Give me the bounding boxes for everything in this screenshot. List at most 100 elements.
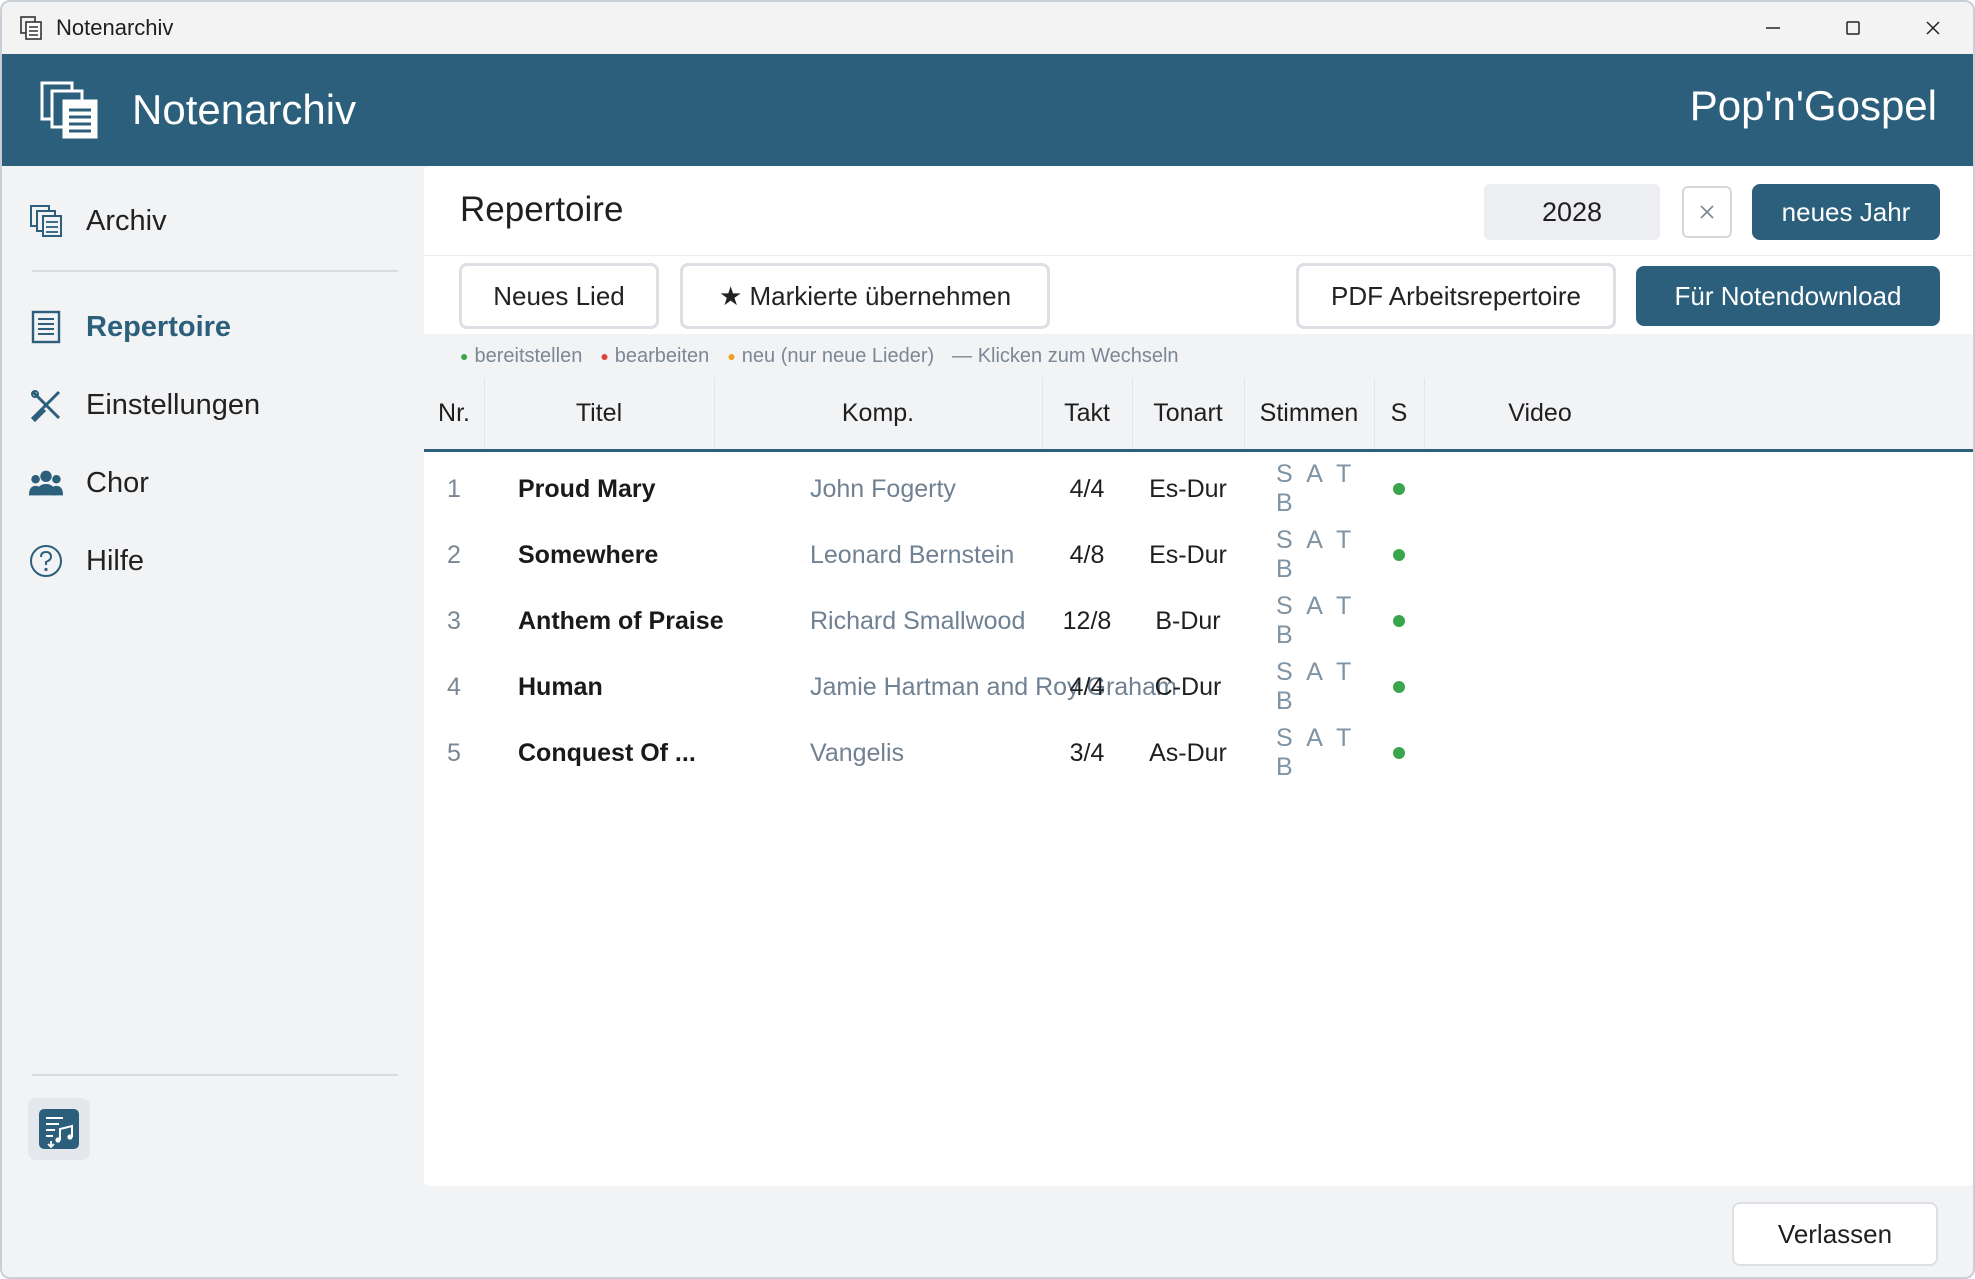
leave-button[interactable]: Verlassen xyxy=(1732,1202,1938,1266)
sidebar-item-archiv[interactable]: Archiv xyxy=(28,196,167,246)
legend-edit: ● bearbeiten xyxy=(600,344,710,367)
sheet-music-download-button[interactable] xyxy=(28,1098,90,1160)
orange-dot-icon: ● xyxy=(727,348,736,364)
repertoire-panel: Repertoire 2028 neues Jahr Neues Lied ★ … xyxy=(424,166,1973,1186)
cell-takt: 4/4 xyxy=(1069,474,1105,503)
cell-voices[interactable]: S A T B xyxy=(1276,456,1386,522)
status-dot-icon xyxy=(1393,483,1405,495)
cell-voices[interactable]: S A T B xyxy=(1276,720,1386,786)
red-dot-icon: ● xyxy=(600,348,609,364)
cell-title: Conquest Of ... xyxy=(518,738,696,767)
status-dot-icon xyxy=(1393,615,1405,627)
sheet-download-button[interactable]: Für Notendownload xyxy=(1636,266,1940,326)
table-row[interactable]: 1 Proud Mary John Fogerty 4/4 Es-Dur S A… xyxy=(424,456,1973,522)
sidebar-item-label: Einstellungen xyxy=(86,388,261,421)
status-toggle[interactable] xyxy=(1374,456,1424,522)
cell-key: B-Dur xyxy=(1155,606,1221,635)
column-header-nr[interactable]: Nr. xyxy=(424,378,484,449)
cell-voices[interactable]: S A T B xyxy=(1276,588,1386,654)
minimize-button[interactable] xyxy=(1733,2,1813,54)
maximize-icon xyxy=(1846,21,1860,35)
status-toggle[interactable] xyxy=(1374,720,1424,786)
cell-nr: 4 xyxy=(447,672,461,701)
cell-nr: 3 xyxy=(447,606,461,635)
app-window: Notenarchiv Notenarchiv Pop'n'Gospel Arc… xyxy=(0,0,1975,1279)
cell-key: C-Dur xyxy=(1154,672,1222,701)
table-row[interactable]: 4 Human Jamie Hartman and Roy Graham 4/4… xyxy=(424,654,1973,720)
cell-nr: 5 xyxy=(447,738,461,767)
column-header-video[interactable]: Video xyxy=(1424,378,1656,449)
table-row[interactable]: 3 Anthem of Praise Richard Smallwood 12/… xyxy=(424,588,1973,654)
app-header: Notenarchiv Pop'n'Gospel xyxy=(2,54,1973,166)
sheet-music-icon xyxy=(39,1109,79,1149)
cell-nr: 2 xyxy=(447,540,461,569)
cell-takt: 4/4 xyxy=(1069,672,1105,701)
window-controls xyxy=(1733,2,1973,54)
minimize-icon xyxy=(1766,27,1780,29)
sidebar-item-label: Archiv xyxy=(86,204,167,237)
status-legend[interactable]: ● bereitstellen ● bearbeiten ● neu (nur … xyxy=(424,334,1973,378)
cell-takt: 12/8 xyxy=(1062,606,1112,635)
new-song-button[interactable]: Neues Lied xyxy=(459,263,659,329)
sidebar-item-chor[interactable]: Chor xyxy=(28,458,149,508)
app-icon xyxy=(20,16,42,40)
status-toggle[interactable] xyxy=(1374,654,1424,720)
legend-provide: ● bereitstellen xyxy=(460,344,583,367)
sidebar-item-repertoire[interactable]: Repertoire xyxy=(28,302,231,352)
maximize-button[interactable] xyxy=(1813,2,1893,54)
tools-icon xyxy=(28,387,64,423)
title-bar: Notenarchiv xyxy=(2,2,1973,54)
cell-voices[interactable]: S A T B xyxy=(1276,522,1386,588)
cell-title: Somewhere xyxy=(518,540,659,569)
window-title: Notenarchiv xyxy=(56,15,174,40)
column-header-composer[interactable]: Komp. xyxy=(714,378,1042,449)
cell-title: Human xyxy=(518,672,603,701)
sidebar-item-einstellungen[interactable]: Einstellungen xyxy=(28,380,260,430)
year-field[interactable]: 2028 xyxy=(1484,184,1660,240)
status-dot-icon xyxy=(1393,549,1405,561)
help-icon xyxy=(28,543,64,579)
archive-icon xyxy=(28,203,64,239)
page-title: Repertoire xyxy=(460,190,624,229)
choir-name: Pop'n'Gospel xyxy=(1689,82,1937,129)
column-header-status[interactable]: S xyxy=(1374,378,1424,449)
legend-hint: — Klicken zum Wechseln xyxy=(952,344,1179,367)
close-icon xyxy=(1926,21,1940,35)
cell-takt: 3/4 xyxy=(1069,738,1105,767)
clear-year-button[interactable] xyxy=(1682,186,1732,238)
sidebar-divider xyxy=(32,1074,398,1076)
cell-voices[interactable]: S A T B xyxy=(1276,654,1386,720)
close-icon xyxy=(1700,205,1714,219)
column-header-title[interactable]: Titel xyxy=(484,378,714,449)
cell-key: Es-Dur xyxy=(1149,474,1227,503)
status-toggle[interactable] xyxy=(1374,588,1424,654)
column-header-key[interactable]: Tonart xyxy=(1132,378,1244,449)
column-header-takt[interactable]: Takt xyxy=(1042,378,1132,449)
cell-title: Anthem of Praise xyxy=(518,606,724,635)
sidebar-item-label: Chor xyxy=(86,466,149,499)
status-dot-icon xyxy=(1393,747,1405,759)
column-header-voices[interactable]: Stimmen xyxy=(1244,378,1374,449)
cell-takt: 4/8 xyxy=(1069,540,1105,569)
close-window-button[interactable] xyxy=(1893,2,1973,54)
sidebar-divider xyxy=(32,270,398,272)
pdf-working-repertoire-button[interactable]: PDF Arbeitsrepertoire xyxy=(1296,263,1616,329)
status-dot-icon xyxy=(1393,681,1405,693)
group-icon xyxy=(28,465,64,501)
cell-title: Proud Mary xyxy=(518,474,656,503)
header-separator xyxy=(424,255,1973,256)
take-marked-button[interactable]: ★ Markierte übernehmen xyxy=(680,263,1050,329)
cell-key: Es-Dur xyxy=(1149,540,1227,569)
new-year-button[interactable]: neues Jahr xyxy=(1752,184,1940,240)
table-row[interactable]: 5 Conquest Of ... Vangelis 3/4 As-Dur S … xyxy=(424,720,1973,786)
legend-new: ● neu (nur neue Lieder) xyxy=(727,344,935,367)
document-list-icon xyxy=(28,309,64,345)
status-toggle[interactable] xyxy=(1374,522,1424,588)
app-brand-title: Notenarchiv xyxy=(132,86,357,133)
table-row[interactable]: 2 Somewhere Leonard Bernstein 4/8 Es-Dur… xyxy=(424,522,1973,588)
cell-key: As-Dur xyxy=(1149,738,1227,767)
sidebar-item-label: Repertoire xyxy=(86,310,232,343)
table-header: Nr. Titel Komp. Takt Tonart Stimmen S Vi… xyxy=(424,378,1973,452)
sidebar-item-hilfe[interactable]: Hilfe xyxy=(28,536,144,586)
archive-logo-icon xyxy=(40,81,98,139)
